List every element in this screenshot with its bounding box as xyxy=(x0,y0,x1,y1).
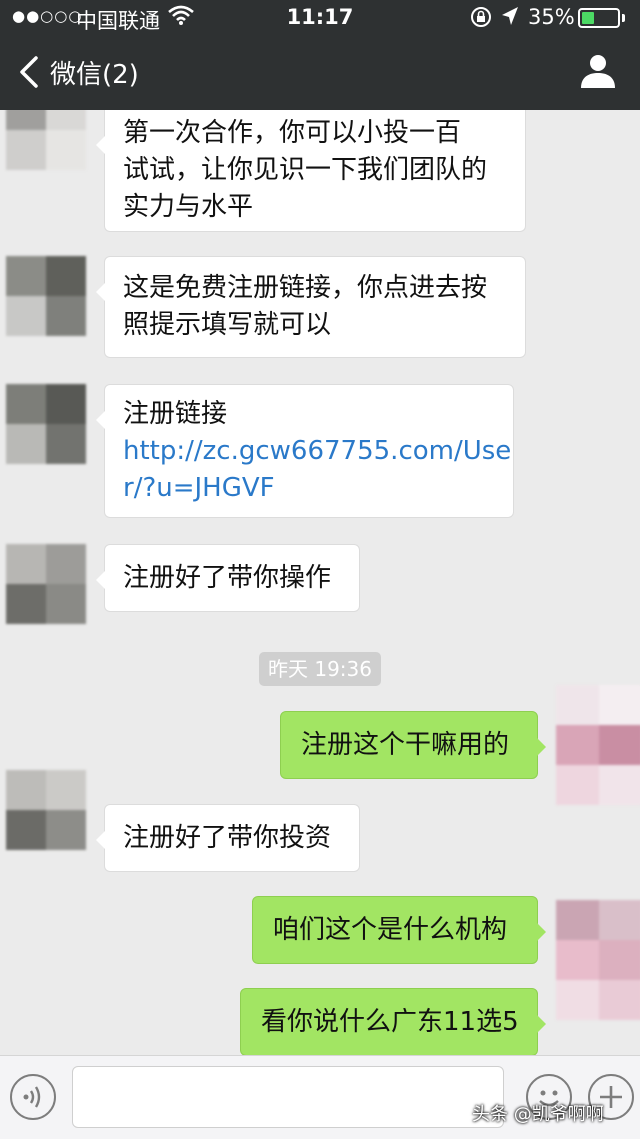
message-line: 这是免费注册链接，你点进去按 xyxy=(123,273,488,303)
battery-level-fill xyxy=(582,12,594,24)
avatar[interactable] xyxy=(6,256,86,336)
watermark: 头条 @凯爷啊啊 xyxy=(472,1104,604,1125)
message-bubble-incoming[interactable]: 注册好了带你投资 xyxy=(96,804,360,872)
message-input[interactable] xyxy=(72,1066,504,1128)
rotation-lock-icon xyxy=(471,7,491,27)
top-bar: ●●○○○ 中国联通 11:17 35% 微信(2) xyxy=(0,0,640,110)
message-text: 注册好了带你投资 xyxy=(123,822,332,853)
registration-link[interactable]: r/?u=JHGVF xyxy=(123,470,511,507)
registration-link[interactable]: http://zc.gcw667755.com/Use xyxy=(123,433,511,470)
message-bubble-outgoing[interactable]: 注册这个干嘛用的 xyxy=(280,711,546,779)
message-text: 看你说什么广东11选5 xyxy=(261,1006,519,1037)
chevron-left-icon xyxy=(20,56,38,88)
voice-wave-icon xyxy=(23,1086,41,1108)
navigation-bar: 微信(2) xyxy=(0,36,640,110)
avatar[interactable] xyxy=(6,544,86,624)
back-button[interactable]: 微信(2) xyxy=(14,52,139,92)
avatar[interactable] xyxy=(6,770,86,850)
message-line: 第一次合作，你可以小投一百 xyxy=(123,118,462,148)
message-line: 实力与水平 xyxy=(123,192,254,222)
battery-icon xyxy=(578,8,620,28)
message-bubble-incoming[interactable]: 这是免费注册链接，你点进去按 照提示填写就可以 xyxy=(96,256,526,358)
battery-cap xyxy=(622,14,625,22)
my-avatar[interactable] xyxy=(556,900,640,1020)
message-bubble-incoming[interactable]: 注册链接 http://zc.gcw667755.com/Use r/?u=JH… xyxy=(96,384,514,518)
my-avatar[interactable] xyxy=(556,685,640,805)
message-text: 第一次合作，你可以小投一百 试试，让你见识一下我们团队的 实力与水平 xyxy=(123,115,487,226)
battery-percent: 35% xyxy=(528,5,575,29)
status-bar: ●●○○○ 中国联通 11:17 35% xyxy=(0,0,640,36)
message-bubble-incoming[interactable]: 第一次合作，你可以小投一百 试试，让你见识一下我们团队的 实力与水平 xyxy=(96,110,526,232)
message-bubble-incoming[interactable]: 注册好了带你操作 xyxy=(96,544,360,612)
message-line: 注册链接 xyxy=(123,398,228,429)
message-text: 注册链接 http://zc.gcw667755.com/Use r/?u=JH… xyxy=(123,396,511,507)
message-text: 咱们这个是什么机构 xyxy=(273,914,508,945)
location-arrow-icon xyxy=(502,7,518,25)
input-bar xyxy=(0,1055,640,1139)
avatar[interactable] xyxy=(6,384,86,464)
avatar[interactable] xyxy=(6,110,86,170)
back-label: 微信(2) xyxy=(50,59,139,90)
message-text: 注册这个干嘛用的 xyxy=(301,729,510,760)
time-separator: 昨天 19:36 xyxy=(259,652,381,686)
contact-profile-icon[interactable] xyxy=(578,50,618,90)
voice-input-button[interactable] xyxy=(10,1074,56,1120)
message-text: 这是免费注册链接，你点进去按 照提示填写就可以 xyxy=(123,270,487,344)
message-text: 注册好了带你操作 xyxy=(123,562,332,593)
message-line: 照提示填写就可以 xyxy=(123,310,332,340)
message-line: 试试，让你见识一下我们团队的 xyxy=(123,155,488,185)
message-bubble-outgoing[interactable]: 看你说什么广东11选5 xyxy=(240,988,546,1055)
chat-area[interactable]: 第一次合作，你可以小投一百 试试，让你见识一下我们团队的 实力与水平 这是免费注… xyxy=(0,110,640,1055)
message-bubble-outgoing[interactable]: 咱们这个是什么机构 xyxy=(252,896,546,964)
